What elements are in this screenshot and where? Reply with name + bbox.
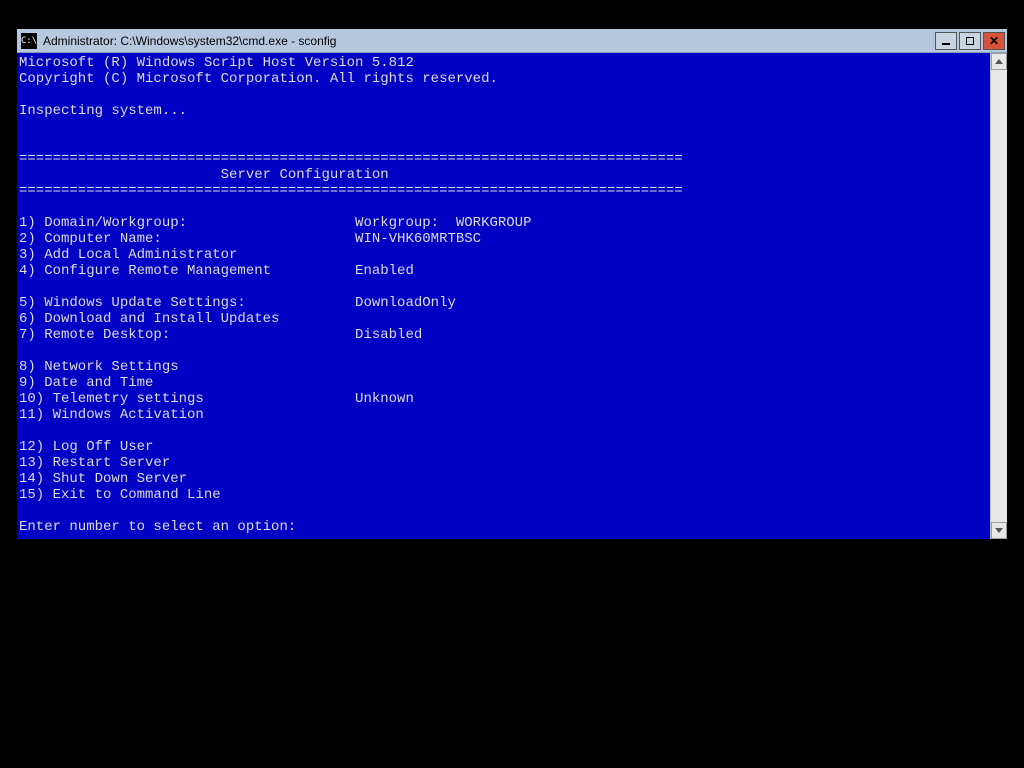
window-controls: ✕ — [935, 32, 1005, 50]
close-icon: ✕ — [989, 35, 999, 47]
console-body: Microsoft (R) Windows Script Host Versio… — [17, 53, 1007, 539]
close-button[interactable]: ✕ — [983, 32, 1005, 50]
console-output[interactable]: Microsoft (R) Windows Script Host Versio… — [17, 53, 990, 539]
maximize-icon — [966, 37, 974, 45]
maximize-button[interactable] — [959, 32, 981, 50]
scrollbar-track[interactable] — [991, 70, 1007, 522]
chevron-up-icon — [995, 59, 1003, 64]
chevron-down-icon — [995, 528, 1003, 533]
cmd-window: C:\ Administrator: C:\Windows\system32\c… — [16, 28, 1008, 540]
window-title: Administrator: C:\Windows\system32\cmd.e… — [43, 34, 935, 48]
cmd-icon: C:\ — [21, 33, 37, 49]
minimize-icon — [942, 43, 950, 45]
scroll-down-button[interactable] — [991, 522, 1007, 539]
scroll-up-button[interactable] — [991, 53, 1007, 70]
titlebar[interactable]: C:\ Administrator: C:\Windows\system32\c… — [17, 29, 1007, 53]
minimize-button[interactable] — [935, 32, 957, 50]
vertical-scrollbar[interactable] — [990, 53, 1007, 539]
